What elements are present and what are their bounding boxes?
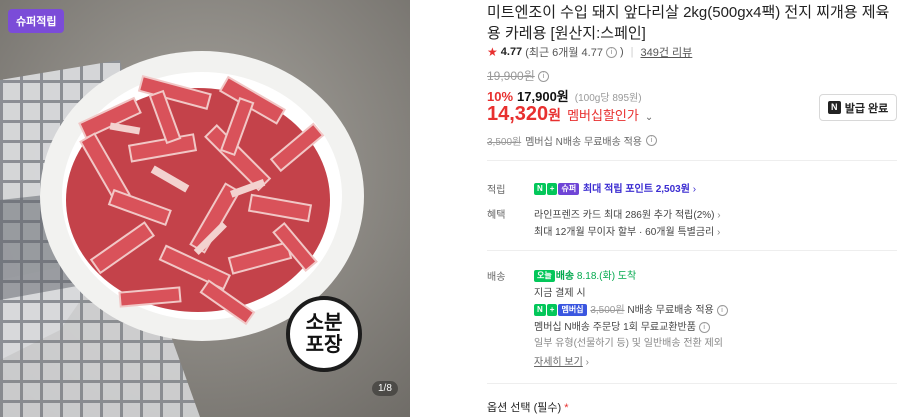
max-points-text: 최대 적립 포인트 2,503원	[582, 184, 690, 195]
shipping-fee-original: 3,500원	[487, 137, 522, 148]
portion-pack-sticker: 소분 포장	[286, 296, 362, 372]
exchange-row: 멤버십 N배송 주문당 1회 무료교환반품 i	[534, 318, 710, 333]
detail-link[interactable]: 자세히 보기	[534, 357, 583, 368]
membership-shipping-note: 3,500원 멤버십 N배송 무료배송 적용 i	[487, 133, 657, 148]
product-title: 미트엔조이 수입 돼지 앞다리살 2kg(500gx4팩) 전지 찌개용 제육용…	[487, 4, 890, 42]
super-pill: 슈퍼	[558, 183, 580, 196]
option-select-title: 옵션 선택 (필수) *	[487, 399, 569, 415]
chevron-right-icon: ›	[717, 210, 721, 221]
benefit-line-1: 라인프렌즈 카드 최대 286원 추가 적립(2%)	[534, 210, 715, 221]
unit-price: (100g당 895원)	[574, 93, 642, 104]
info-icon[interactable]: i	[538, 71, 550, 83]
member-price: 14,320	[487, 103, 549, 125]
points-row[interactable]: N + 슈퍼 최대 적립 포인트 2,503원 ›	[534, 180, 697, 196]
star-icon: ★	[487, 45, 498, 59]
sticker-line-2: 포장	[305, 334, 343, 356]
benefit-label: 혜택	[487, 210, 506, 221]
member-price-row[interactable]: 14,320원 멤버십할인가 ⌄	[487, 103, 653, 126]
info-icon[interactable]: i	[716, 304, 728, 316]
coupon-issued-button[interactable]: N 발급 완료	[819, 94, 897, 121]
product-info-panel: 미트엔조이 수입 돼지 앞다리살 2kg(500gx4팩) 전지 찌개용 제육용…	[487, 0, 900, 417]
section-divider	[487, 250, 897, 251]
chevron-right-icon: ›	[717, 227, 721, 238]
review-count-link[interactable]: 349건 리뷰	[641, 44, 693, 60]
chevron-down-icon[interactable]: ⌄	[645, 112, 653, 123]
coupon-button-label: 발급 완료	[844, 102, 889, 115]
free-exchange-text: 멤버십 N배송 주문당 1회 무료교환반품	[534, 322, 696, 333]
info-icon[interactable]: i	[605, 46, 617, 58]
rating-row: ★ 4.77 (최근 6개월 4.77 i) | 349건 리뷰	[487, 44, 692, 60]
delivery-date: 8.18.(화) 도착	[576, 271, 637, 282]
membership-pill: 멤버십	[558, 304, 587, 317]
chevron-right-icon: ›	[692, 184, 697, 195]
pay-now-text: 지금 결제 시	[534, 288, 586, 299]
product-image[interactable]: 슈퍼적립 소분 포장 1/8	[0, 0, 410, 417]
benefit-line-2: 최대 12개월 무이자 할부 · 60개월 특별금리	[534, 227, 715, 238]
shipping-fee-original: 3,500원	[590, 305, 625, 316]
info-icon[interactable]: i	[646, 135, 657, 146]
benefit-card-line[interactable]: 라인프렌즈 카드 최대 286원 추가 적립(2%) ›	[534, 206, 721, 221]
points-label: 적립	[487, 185, 506, 196]
image-counter: 1/8	[372, 381, 398, 396]
original-price: 19,900원	[487, 69, 535, 83]
n-membership-icon: N	[827, 101, 841, 114]
today-delivery-word: 배송	[555, 271, 575, 282]
required-mark: *	[564, 402, 569, 414]
member-price-label: 멤버십할인가	[567, 108, 639, 123]
free-shipping-text: N배송 무료배송 적용	[627, 305, 714, 316]
rating-recent: (최근 6개월 4.77	[525, 47, 603, 59]
sticker-line-1: 소분	[305, 312, 343, 334]
shipping-note-text: 멤버십 N배송 무료배송 적용	[525, 137, 642, 148]
n-pill: N	[534, 304, 546, 317]
option-title-text: 옵션 선택 (필수)	[487, 402, 562, 414]
plus-pill: +	[546, 304, 558, 317]
plus-pill: +	[546, 183, 558, 196]
section-divider	[487, 383, 897, 384]
benefit-installment-line[interactable]: 최대 12개월 무이자 할부 · 60개월 특별금리 ›	[534, 223, 720, 238]
exclusion-note: 일부 유형(선물하기 등) 및 일반배송 전환 제외	[534, 338, 723, 349]
discount-percent: 10%	[487, 89, 514, 104]
rating-close-paren: )	[619, 46, 624, 58]
section-divider	[487, 160, 897, 161]
n-pill: N	[534, 183, 546, 196]
rating-separator: |	[630, 46, 634, 58]
super-points-badge: 슈퍼적립	[8, 9, 65, 33]
member-price-won: 원	[548, 107, 562, 123]
original-price-row: 19,900원 i	[487, 67, 550, 84]
chevron-right-icon: ›	[585, 357, 589, 368]
today-delivery-badge: 오늘	[534, 270, 555, 283]
n-shipping-row: N + 멤버십 3,500원 N배송 무료배송 적용 i	[534, 301, 728, 317]
detail-link-row[interactable]: 자세히 보기 ›	[534, 353, 589, 368]
info-icon[interactable]: i	[698, 321, 710, 333]
delivery-label: 배송	[487, 272, 506, 283]
today-delivery-row: 오늘 배송 8.18.(화) 도착	[534, 267, 637, 283]
rating-score: 4.77	[500, 46, 523, 58]
